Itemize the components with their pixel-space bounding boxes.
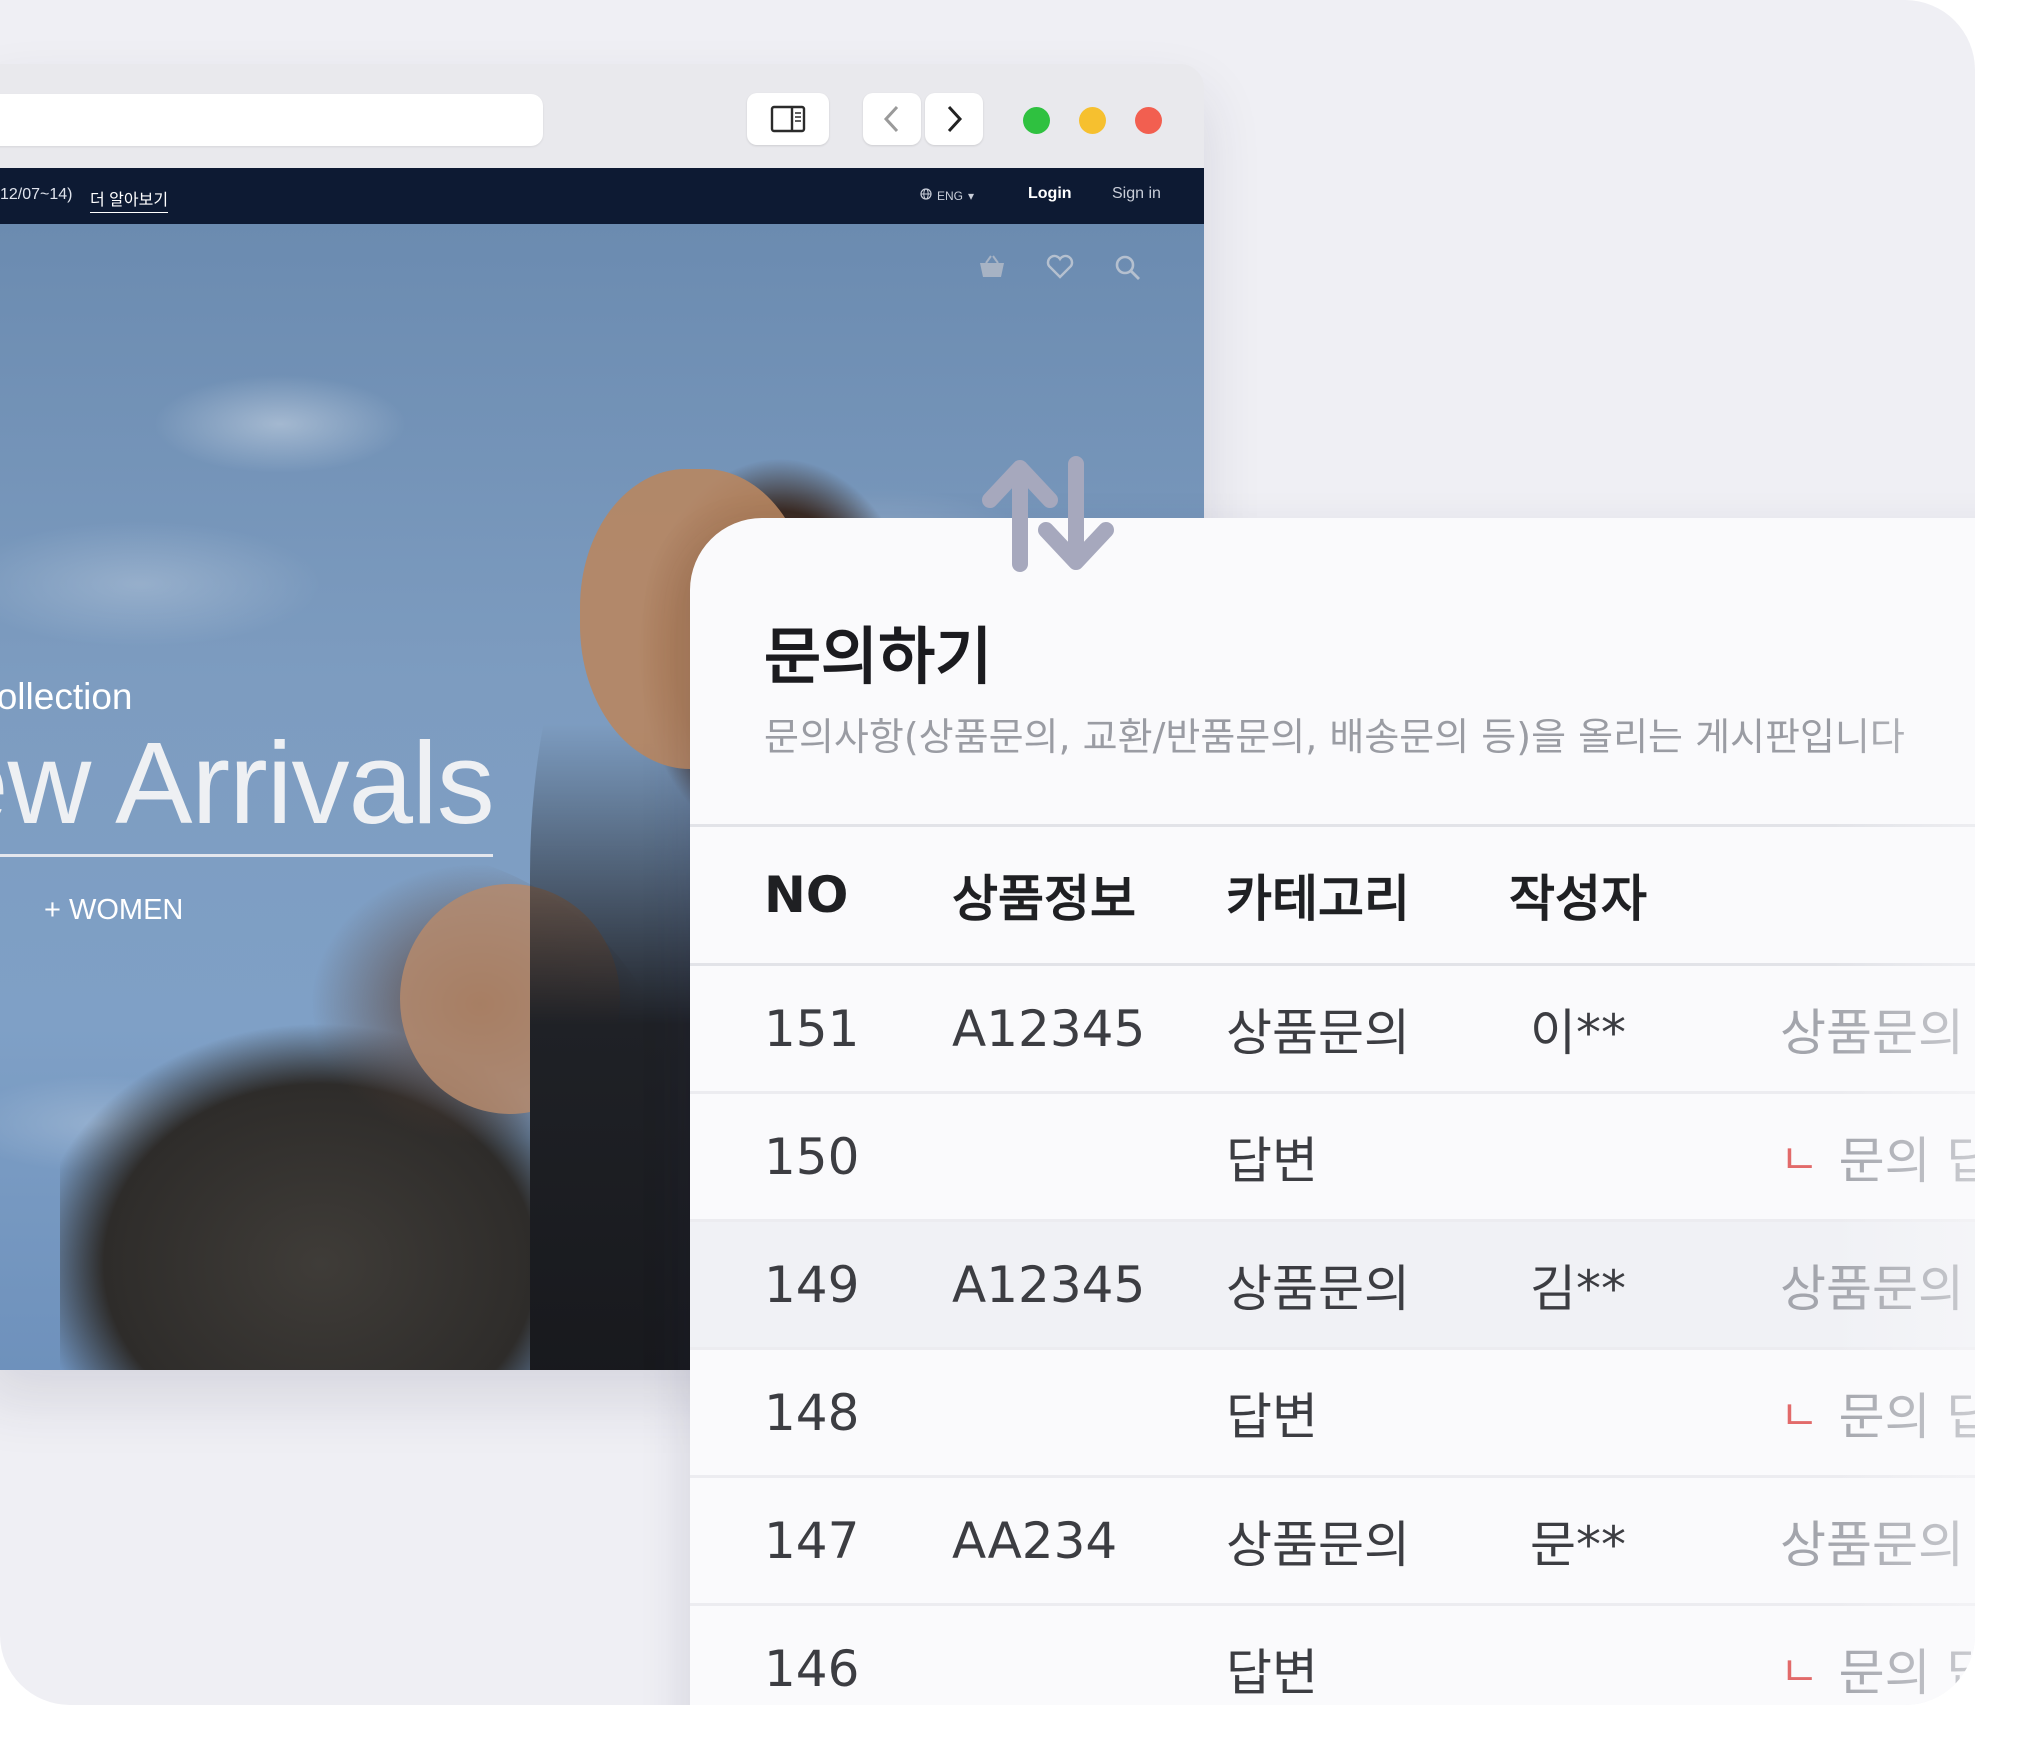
row-title-text: 문의 답	[1838, 1131, 1975, 1190]
row-no: 148	[764, 1383, 860, 1442]
table-row[interactable]: 151 A12345 상품문의 이** 상품문의	[690, 966, 1975, 1094]
back-button[interactable]	[863, 93, 921, 145]
promo-more-link[interactable]: 더 알아보기	[90, 186, 169, 213]
page-description: 문의사항(상품문의, 교환/반품문의, 배송문의 등)을 올리는 게시판입니다	[764, 715, 1905, 759]
row-title-text: 문의 답	[1838, 1643, 1975, 1702]
table-row[interactable]: 147 AA234 상품문의 문** 상품문의	[690, 1478, 1975, 1606]
column-header-author: 작성자	[1509, 870, 1647, 928]
hero-subtitle: Collection	[0, 676, 133, 717]
row-title[interactable]: ㄴ 문의 답	[1780, 1606, 1975, 1705]
inquiry-board-card: 문의하기 문의사항(상품문의, 교환/반품문의, 배송문의 등)을 올리는 게시…	[690, 518, 1975, 1705]
browser-toolbar	[0, 64, 1204, 168]
chevron-left-icon	[882, 104, 902, 134]
row-title[interactable]: 상품문의	[1780, 966, 1964, 1091]
language-label: ENG	[937, 188, 964, 203]
hero-women-link[interactable]: + WOMEN	[44, 894, 183, 927]
swap-vertical-arrows-icon	[978, 452, 1118, 577]
site-top-bar: 12/07~14) 더 알아보기 ENG ▾ Login Sign in	[0, 168, 1204, 224]
row-category: 상품문의	[1226, 1259, 1410, 1318]
sidebar-toggle-icon	[770, 105, 806, 133]
row-no: 151	[764, 999, 860, 1058]
row-title-text: 문의 답	[1838, 1387, 1975, 1446]
table-row[interactable]: 146 답변 ㄴ 문의 답	[690, 1606, 1975, 1705]
window-zoom-button[interactable]	[1023, 107, 1050, 134]
page-title: 문의하기	[764, 620, 993, 693]
forward-button[interactable]	[925, 93, 983, 145]
globe-icon	[920, 188, 932, 203]
row-category: 상품문의	[1226, 1515, 1410, 1574]
row-category: 상품문의	[1226, 1003, 1410, 1062]
row-category: 답변	[1226, 1387, 1318, 1446]
row-no: 149	[764, 1255, 860, 1314]
reply-marker-icon: ㄴ	[1780, 1647, 1819, 1696]
row-author: 문**	[1530, 1515, 1626, 1574]
row-product: A12345	[952, 999, 1146, 1058]
promo-text: 12/07~14)	[0, 186, 73, 203]
chevron-right-icon	[944, 104, 964, 134]
row-category: 답변	[1226, 1643, 1318, 1702]
language-selector[interactable]: ENG ▾	[920, 188, 974, 203]
window-minimize-button[interactable]	[1079, 107, 1106, 134]
heart-icon[interactable]	[1046, 254, 1074, 284]
address-bar[interactable]	[0, 94, 543, 146]
hero-title: ew Arrivals	[0, 718, 495, 848]
basket-icon[interactable]	[978, 254, 1006, 284]
row-author: 김**	[1530, 1259, 1626, 1318]
row-author: 이**	[1530, 1003, 1626, 1062]
table-row[interactable]: 149 A12345 상품문의 김** 상품문의	[690, 1222, 1975, 1350]
hero-title-underline	[0, 854, 493, 857]
reply-marker-icon: ㄴ	[1780, 1135, 1819, 1184]
table-header: NO 상품정보 카테고리 작성자	[690, 824, 1975, 966]
canvas-background: 12/07~14) 더 알아보기 ENG ▾ Login Sign in oll…	[0, 0, 1975, 1705]
login-link[interactable]: Login	[1028, 185, 1072, 203]
signin-link[interactable]: Sign in	[1112, 185, 1161, 203]
row-category: 답변	[1226, 1131, 1318, 1190]
row-product: AA234	[952, 1511, 1118, 1570]
row-no: 150	[764, 1127, 860, 1186]
row-no: 147	[764, 1511, 860, 1570]
row-title[interactable]: ㄴ 문의 답	[1780, 1094, 1975, 1219]
row-title[interactable]: 상품문의	[1780, 1478, 1964, 1603]
row-title[interactable]: ㄴ 문의 답	[1780, 1350, 1975, 1475]
column-header-product: 상품정보	[952, 870, 1136, 928]
window-close-button[interactable]	[1135, 107, 1162, 134]
column-header-category: 카테고리	[1226, 870, 1410, 928]
reply-marker-icon: ㄴ	[1780, 1391, 1819, 1440]
search-icon[interactable]	[1114, 254, 1142, 286]
row-title[interactable]: 상품문의	[1780, 1222, 1964, 1347]
column-header-no: NO	[764, 866, 849, 924]
sidebar-toggle-button[interactable]	[747, 93, 829, 145]
table-row[interactable]: 148 답변 ㄴ 문의 답	[690, 1350, 1975, 1478]
row-product: A12345	[952, 1255, 1146, 1314]
inquiry-table: NO 상품정보 카테고리 작성자 151 A12345 상품문의 이** 상품문…	[690, 824, 1975, 1705]
row-no: 146	[764, 1639, 860, 1698]
caret-down-icon: ▾	[968, 188, 975, 203]
table-row[interactable]: 150 답변 ㄴ 문의 답	[690, 1094, 1975, 1222]
